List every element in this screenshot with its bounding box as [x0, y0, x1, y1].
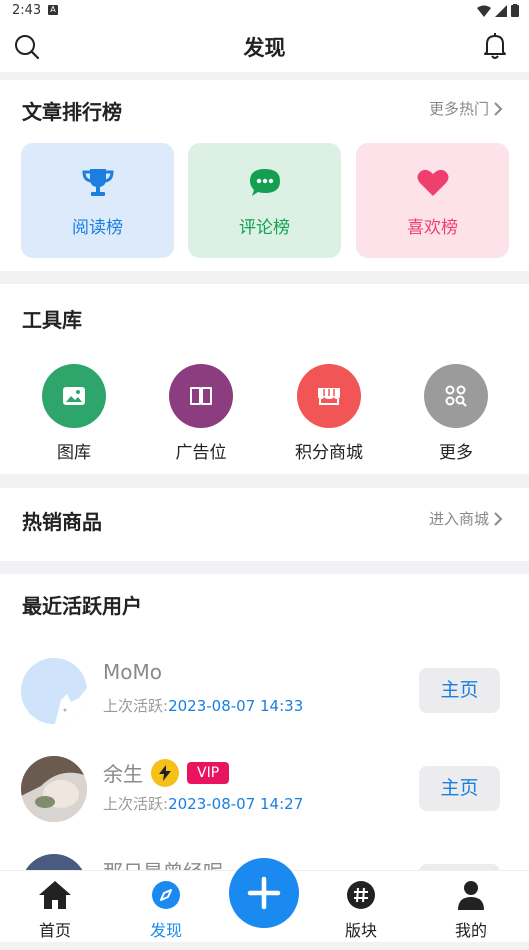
user-row[interactable]: 余生 VIP 上次活跃:2023-08-07 14:27 主页 [0, 756, 529, 852]
tab-discover-label: 发现 [149, 921, 182, 940]
signal-icon [495, 4, 507, 17]
tab-mine[interactable]: 我的 [431, 879, 511, 941]
user-name: MoMo [103, 660, 162, 684]
tab-discover[interactable]: 发现 [126, 879, 206, 941]
trophy-icon [81, 169, 114, 196]
home-icon [39, 881, 71, 909]
book-icon [190, 387, 212, 405]
store-icon [318, 388, 340, 405]
tool-more-label: 更多 [439, 443, 473, 463]
enter-mall-link[interactable]: 进入商城 [429, 508, 503, 529]
tools-section: 工具库 图库 广告位 积分商城 更多 [0, 284, 529, 474]
last-active: 上次活跃:2023-08-07 14:33 [103, 697, 304, 715]
tool-gallery[interactable]: 图库 [19, 364, 129, 463]
status-time: 2:43 [12, 3, 42, 18]
add-post-button[interactable] [229, 858, 299, 928]
bell-icon[interactable] [483, 32, 507, 60]
wifi-icon [477, 5, 491, 17]
image-icon [63, 387, 85, 405]
user-name: 余生 VIP [103, 758, 230, 787]
home-page-button[interactable]: 主页 [419, 668, 500, 713]
active-users-title: 最近活跃用户 [22, 594, 142, 618]
page-title: 发现 [243, 36, 286, 60]
lightning-badge-icon [151, 758, 179, 787]
user-icon [458, 881, 484, 910]
tool-ads[interactable]: 广告位 [146, 364, 256, 463]
ranking-title: 文章排行榜 [22, 100, 122, 124]
tab-mine-label: 我的 [454, 921, 487, 940]
tool-ads-label: 广告位 [175, 443, 227, 463]
tab-forum[interactable]: 版块 [321, 879, 401, 941]
chat-icon [249, 169, 280, 196]
home-page-button[interactable]: 主页 [419, 766, 500, 811]
tool-more[interactable]: 更多 [401, 364, 511, 463]
enter-mall-label: 进入商城 [428, 510, 489, 528]
rank-like-label: 喜欢榜 [407, 218, 458, 238]
hot-products-section: 热销商品 进入商城 [0, 488, 529, 561]
chevron-right-icon [494, 101, 503, 116]
more-hot-label: 更多热门 [428, 100, 489, 118]
tab-forum-label: 版块 [344, 921, 377, 940]
avatar[interactable] [21, 756, 87, 822]
ranking-section: 文章排行榜 更多热门 阅读榜 评论榜 喜欢榜 [0, 80, 529, 271]
tools-title: 工具库 [22, 308, 82, 332]
top-bar: 发现 [0, 22, 529, 72]
active-users-section: 最近活跃用户 MoMo 上次活跃:2023-08-07 14:33 主页 余生 … [0, 574, 529, 920]
user-row[interactable]: MoMo 上次活跃:2023-08-07 14:33 主页 [0, 658, 529, 754]
notification-a-icon: A [48, 5, 58, 15]
rank-comment-label: 评论榜 [239, 218, 290, 238]
tool-points-mall[interactable]: 积分商城 [274, 364, 384, 463]
plus-icon [247, 876, 281, 910]
vip-badge: VIP [187, 761, 230, 784]
hot-products-title: 热销商品 [22, 510, 102, 534]
rank-read[interactable]: 阅读榜 [21, 143, 174, 258]
tab-home-label: 首页 [38, 921, 71, 940]
tab-home[interactable]: 首页 [15, 879, 95, 941]
avatar-photo-image [21, 756, 87, 822]
avatar-cat-image [21, 658, 87, 724]
avatar[interactable] [21, 658, 87, 724]
hashtag-icon [347, 881, 375, 909]
rank-read-label: 阅读榜 [72, 218, 123, 238]
tool-gallery-label: 图库 [57, 443, 91, 463]
rank-comment[interactable]: 评论榜 [188, 143, 341, 258]
battery-icon [511, 4, 519, 17]
tool-points-mall-label: 积分商城 [295, 443, 363, 463]
chevron-right-icon [494, 511, 503, 526]
system-icons [477, 4, 519, 17]
last-active: 上次活跃:2023-08-07 14:27 [103, 795, 304, 813]
heart-icon [417, 169, 448, 196]
more-hot-link[interactable]: 更多热门 [429, 98, 503, 119]
rank-like[interactable]: 喜欢榜 [356, 143, 509, 258]
grid-search-icon [445, 385, 467, 407]
compass-icon [152, 881, 180, 909]
status-bar: 2:43 A [0, 0, 529, 22]
